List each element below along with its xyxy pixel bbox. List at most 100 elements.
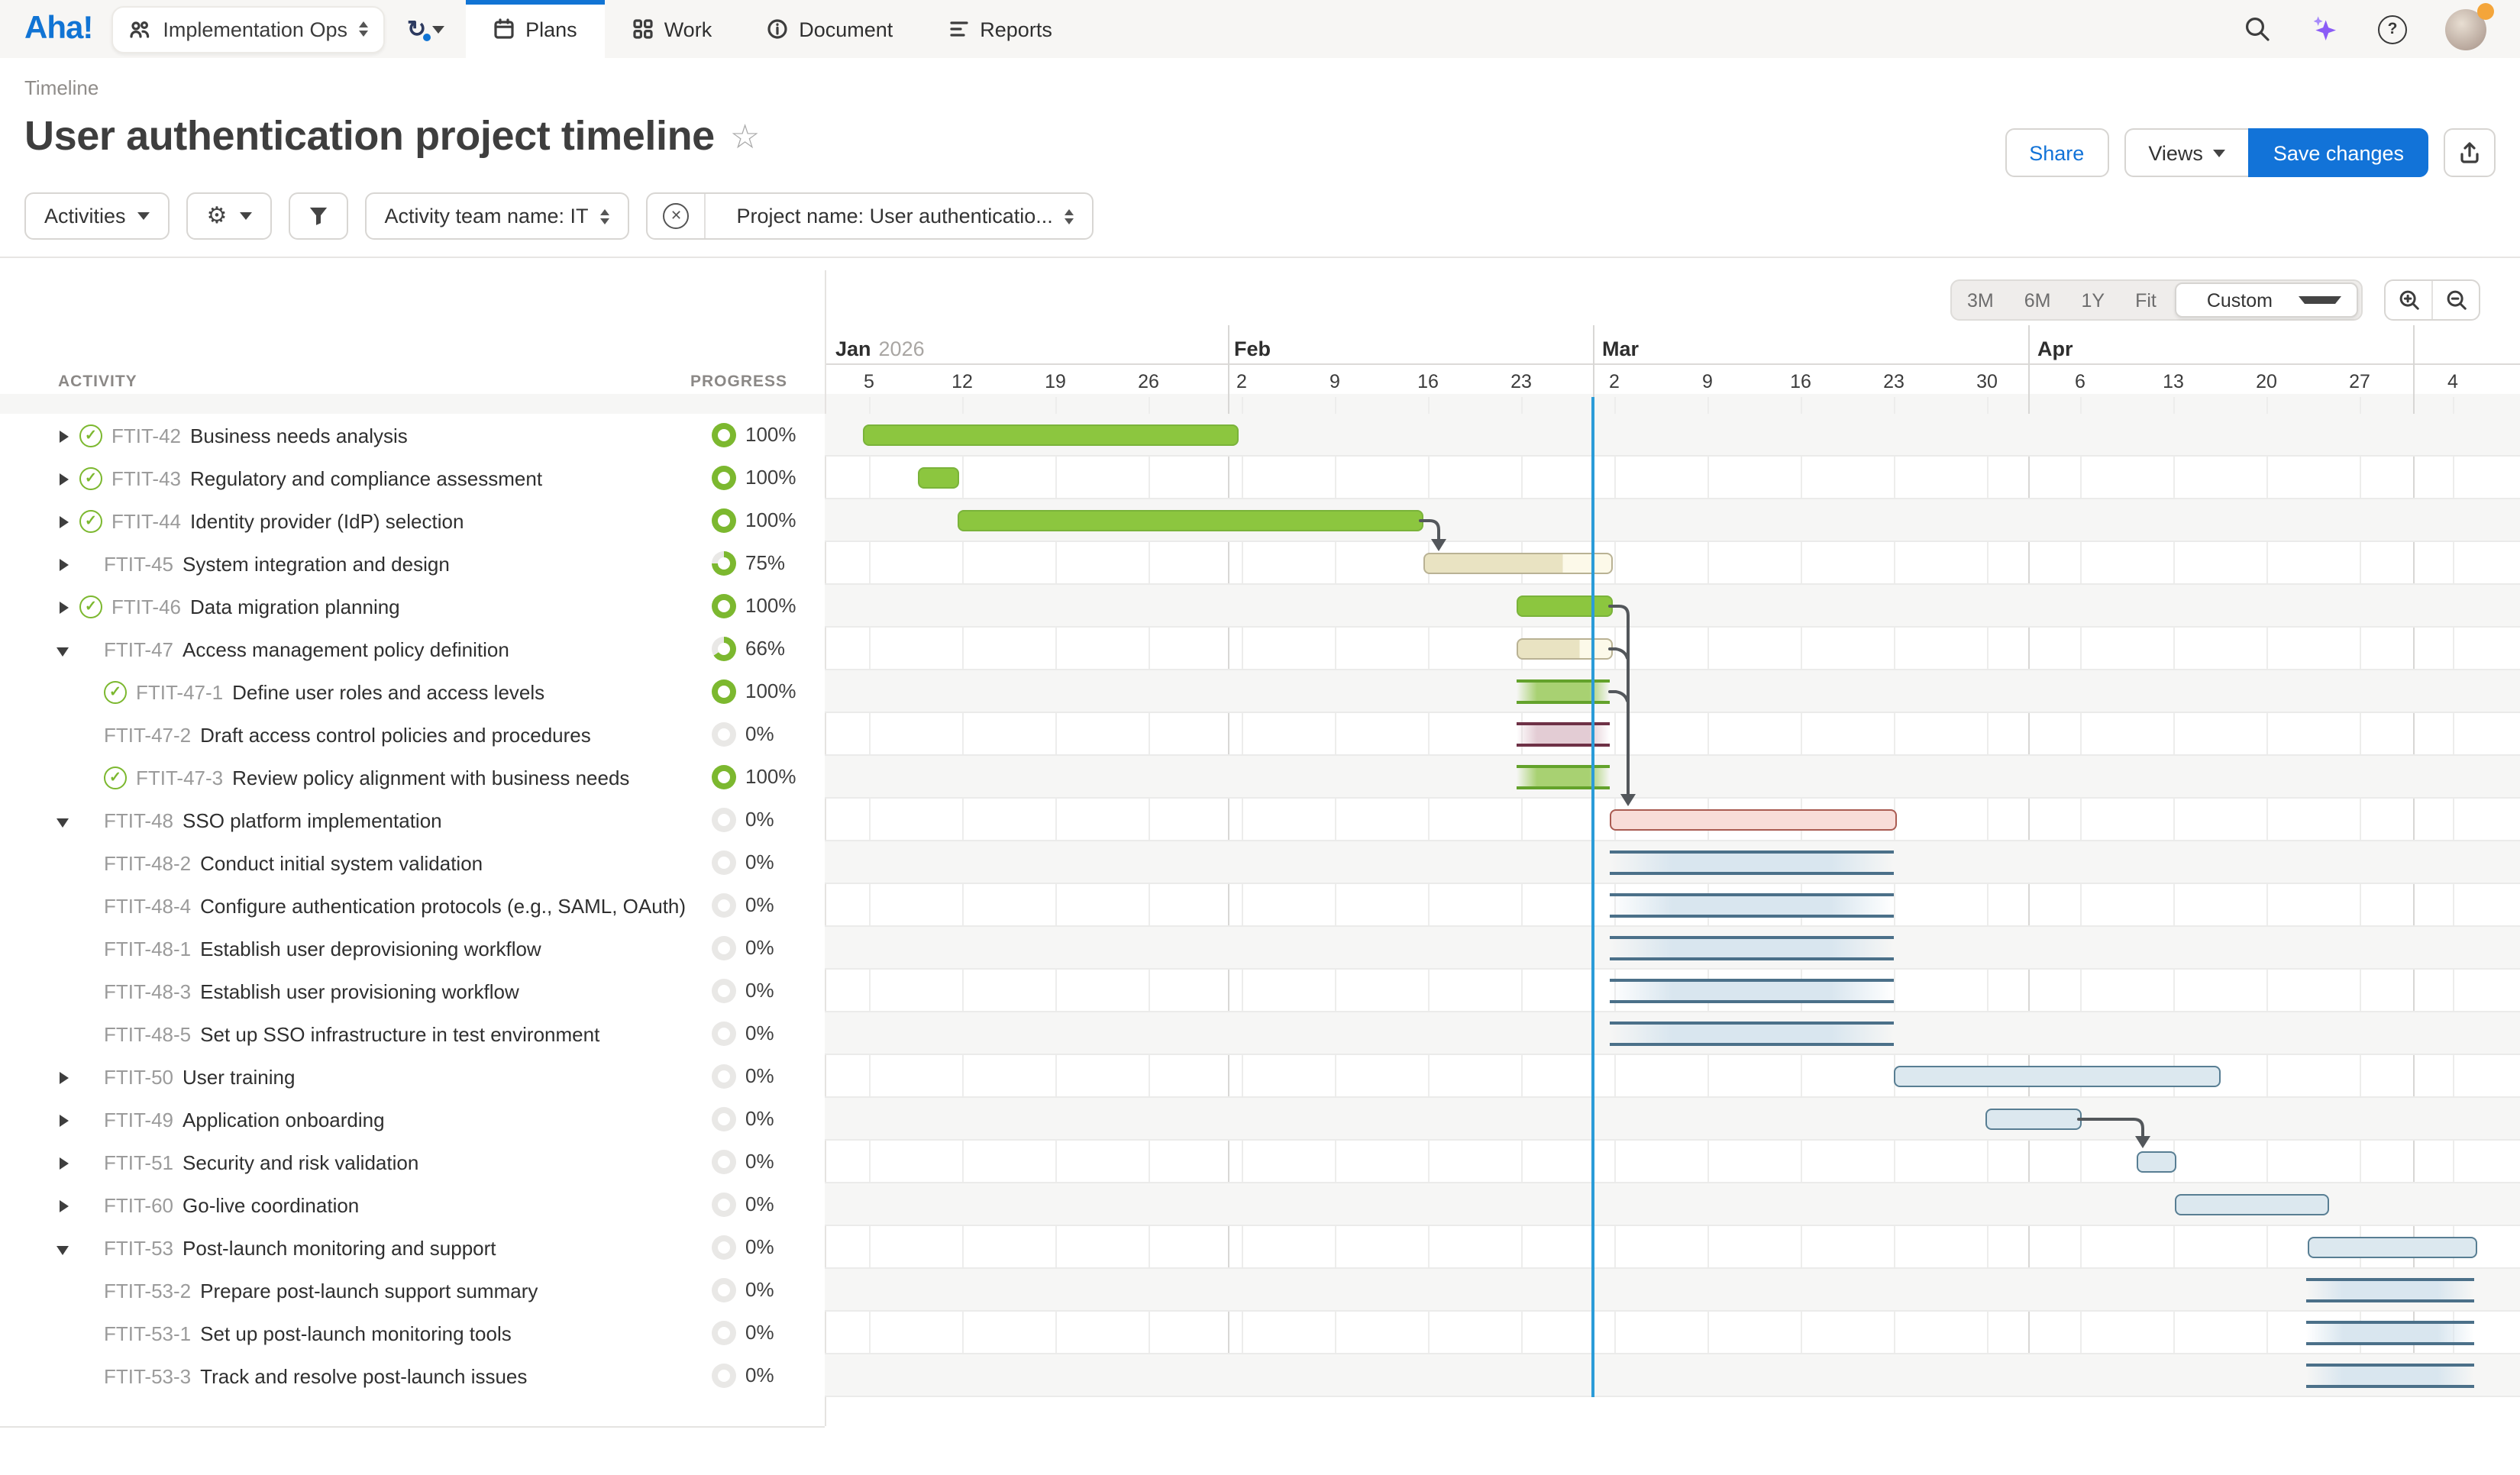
- expand-toggle-icon[interactable]: [57, 1198, 70, 1212]
- tab-document[interactable]: Document: [739, 0, 920, 58]
- gantt-bar-ftit-48-1[interactable]: [1610, 936, 1894, 960]
- activity-code[interactable]: FTIT-47: [104, 637, 173, 660]
- expand-toggle-icon[interactable]: [57, 428, 70, 442]
- activity-row[interactable]: FTIT-48-5Set up SSO infrastructure in te…: [0, 1012, 2520, 1055]
- activity-row[interactable]: FTIT-48SSO platform implementation0%: [0, 799, 2520, 841]
- collapse-toggle-icon[interactable]: [57, 1241, 70, 1254]
- activity-name[interactable]: Access management policy definition: [183, 637, 509, 660]
- activity-name[interactable]: Establish user provisioning workflow: [200, 980, 519, 1002]
- gantt-bar-ftit-46[interactable]: [1517, 595, 1613, 617]
- expand-toggle-icon[interactable]: [57, 471, 70, 485]
- settings-dropdown[interactable]: ⚙: [187, 192, 272, 240]
- activity-name[interactable]: Security and risk validation: [183, 1151, 418, 1173]
- activity-row[interactable]: FTIT-45System integration and design75%: [0, 542, 2520, 585]
- activity-row[interactable]: ✓FTIT-44Identity provider (IdP) selectio…: [0, 499, 2520, 542]
- activity-name[interactable]: Establish user deprovisioning workflow: [200, 937, 541, 960]
- activity-name[interactable]: Regulatory and compliance assessment: [190, 466, 542, 489]
- activity-row[interactable]: ✓FTIT-43Regulatory and compliance assess…: [0, 457, 2520, 499]
- activity-name[interactable]: Go-live coordination: [183, 1193, 359, 1216]
- gantt-bar-ftit-47-2[interactable]: [1517, 722, 1610, 747]
- gantt-bar-ftit-48-4[interactable]: [1610, 893, 1894, 918]
- gantt-bar-ftit-48-5[interactable]: [1610, 1022, 1894, 1046]
- gantt-bar-ftit-60[interactable]: [2175, 1194, 2329, 1215]
- activity-code[interactable]: FTIT-46: [111, 595, 181, 618]
- tab-reports[interactable]: Reports: [920, 0, 1080, 58]
- activity-name[interactable]: Prepare post-launch support summary: [200, 1279, 538, 1302]
- activity-row[interactable]: FTIT-49Application onboarding0%: [0, 1098, 2520, 1141]
- tab-plans[interactable]: Plans: [466, 0, 605, 58]
- activity-name[interactable]: Conduct initial system validation: [200, 851, 483, 874]
- activity-row[interactable]: FTIT-47 Access management policy definiti…: [0, 628, 2520, 670]
- activity-code[interactable]: FTIT-47-2: [104, 723, 191, 746]
- share-button[interactable]: Share: [2005, 128, 2108, 177]
- activity-row[interactable]: ✓FTIT-47-1Define user roles and access l…: [0, 670, 2520, 713]
- activity-name[interactable]: Configure authentication protocols (e.g.…: [200, 894, 686, 917]
- gantt-bar-ftit-51[interactable]: [2137, 1151, 2176, 1173]
- activity-name[interactable]: Define user roles and access levels: [232, 680, 544, 703]
- preset-fit[interactable]: Fit: [2120, 289, 2172, 311]
- expand-toggle-icon[interactable]: [57, 599, 70, 613]
- expand-toggle-icon[interactable]: [57, 1070, 70, 1083]
- activities-dropdown[interactable]: Activities: [24, 192, 170, 240]
- avatar[interactable]: [2445, 8, 2486, 50]
- gantt-bar-ftit-45[interactable]: [1423, 553, 1613, 574]
- activity-code[interactable]: FTIT-53-2: [104, 1279, 191, 1302]
- activity-name[interactable]: Draft access control policies and proced…: [200, 723, 591, 746]
- search-icon[interactable]: [2244, 15, 2271, 43]
- team-filter-chip[interactable]: Activity team name: IT: [364, 192, 629, 240]
- activity-row[interactable]: FTIT-48-4 Configure authentication protoc…: [0, 884, 2520, 927]
- gantt-bar-ftit-44[interactable]: [958, 510, 1423, 531]
- filter-button[interactable]: [288, 192, 347, 240]
- gantt-bar-ftit-48-3[interactable]: [1610, 979, 1894, 1003]
- activity-code[interactable]: FTIT-47-1: [136, 680, 223, 703]
- project-filter-value[interactable]: Project name: User authenticatio...: [719, 194, 1093, 238]
- activity-name[interactable]: User training: [183, 1065, 295, 1088]
- activity-code[interactable]: FTIT-50: [104, 1065, 173, 1088]
- activity-row[interactable]: FTIT-53-2 Prepare post-launch support sum…: [0, 1269, 2520, 1312]
- gantt-bar-ftit-47-1[interactable]: [1517, 679, 1610, 704]
- collapse-toggle-icon[interactable]: [57, 813, 70, 827]
- ai-sparkle-icon[interactable]: [2309, 14, 2340, 44]
- activity-code[interactable]: FTIT-45: [104, 552, 173, 575]
- gantt-bar-ftit-42[interactable]: [863, 424, 1239, 446]
- activity-name[interactable]: Track and resolve post-launch issues: [200, 1364, 527, 1387]
- gantt-bar-ftit-50[interactable]: [1894, 1066, 2221, 1087]
- activity-code[interactable]: FTIT-60: [104, 1193, 173, 1216]
- activity-row[interactable]: FTIT-48-3 Establish user provisioning wor…: [0, 970, 2520, 1012]
- activity-code[interactable]: FTIT-48-4: [104, 894, 191, 917]
- activity-row[interactable]: FTIT-50User training0%: [0, 1055, 2520, 1098]
- export-button[interactable]: [2444, 128, 2496, 177]
- activity-name[interactable]: System integration and design: [183, 552, 450, 575]
- activity-row[interactable]: ✓FTIT-42Business needs analysis100%: [0, 414, 2520, 457]
- workspace-selector[interactable]: Implementation Ops: [111, 5, 386, 53]
- page-title-text[interactable]: User authentication project timeline: [24, 113, 715, 160]
- activity-code[interactable]: FTIT-48-2: [104, 851, 191, 874]
- gantt-bar-ftit-43[interactable]: [918, 467, 959, 489]
- activity-code[interactable]: FTIT-53: [104, 1236, 173, 1259]
- activity-row[interactable]: ✓FTIT-46Data migration planning100%: [0, 585, 2520, 628]
- activity-code[interactable]: FTIT-53-1: [104, 1322, 191, 1344]
- activity-name[interactable]: SSO platform implementation: [183, 809, 442, 831]
- activity-row[interactable]: FTIT-48-1Establish user deprovisioning w…: [0, 927, 2520, 970]
- activity-row[interactable]: FTIT-60Go-live coordination0%: [0, 1183, 2520, 1226]
- gantt-bar-ftit-53[interactable]: [2308, 1237, 2477, 1258]
- activity-code[interactable]: FTIT-44: [111, 509, 181, 532]
- preset-1y[interactable]: 1Y: [2066, 289, 2120, 311]
- save-changes-button[interactable]: Save changes: [2249, 128, 2428, 177]
- activity-code[interactable]: FTIT-47-3: [136, 766, 223, 789]
- remove-filter-button[interactable]: ✕: [648, 194, 706, 238]
- activity-row[interactable]: FTIT-51Security and risk validation0%: [0, 1141, 2520, 1183]
- gantt-bar-ftit-49[interactable]: [1985, 1109, 2082, 1130]
- activity-code[interactable]: FTIT-43: [111, 466, 181, 489]
- expand-toggle-icon[interactable]: [57, 1155, 70, 1169]
- activity-code[interactable]: FTIT-48-3: [104, 980, 191, 1002]
- gantt-bar-ftit-48[interactable]: [1610, 809, 1897, 831]
- activity-row[interactable]: FTIT-53-1Set up post-launch monitoring t…: [0, 1312, 2520, 1354]
- aha-logo[interactable]: Aha!: [24, 11, 92, 47]
- activity-name[interactable]: Review policy alignment with business ne…: [232, 766, 629, 789]
- activity-row[interactable]: ✓FTIT-47-3Review policy alignment with b…: [0, 756, 2520, 799]
- activity-code[interactable]: FTIT-48: [104, 809, 173, 831]
- activity-row[interactable]: FTIT-47-2 Draft access control policies a…: [0, 713, 2520, 756]
- activity-row[interactable]: FTIT-48-2 Conduct initial system validati…: [0, 841, 2520, 884]
- custom-range-dropdown[interactable]: Custom: [2175, 282, 2358, 318]
